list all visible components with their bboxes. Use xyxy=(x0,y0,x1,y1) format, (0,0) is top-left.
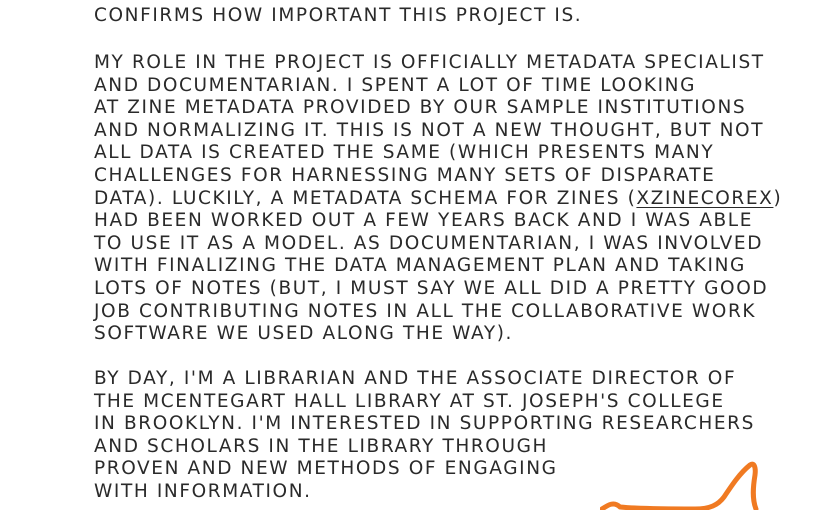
text-segment: ) xyxy=(773,187,783,209)
text-line: confirms how important this project is. xyxy=(94,5,583,26)
text-line: to use it as a model. As Documentarian, … xyxy=(94,232,764,254)
text-line: the McEntegart Hall Library at St. Josep… xyxy=(94,390,725,412)
text-line: and normalizing it. This is not a new th… xyxy=(94,119,765,141)
text-line: at zine metadata provided by our sample … xyxy=(94,97,747,119)
text-line-with-link: data). Luckily, a metadata schema for zi… xyxy=(94,188,782,211)
text-segment: data). Luckily, a metadata schema for zi… xyxy=(94,187,637,209)
xzinecorex-link[interactable]: xZineCoreX xyxy=(636,188,773,209)
text-line: lots of notes (but, I must say we all di… xyxy=(94,277,769,299)
text-line: had been worked out a few years back and… xyxy=(94,210,753,232)
text-line: My role in the project is officially Met… xyxy=(94,52,765,73)
text-line: challenges for harnessing many sets of d… xyxy=(94,164,716,186)
text-line: all data is created the same (which pres… xyxy=(94,142,715,164)
text-line: in Brooklyn. I'm interested in supportin… xyxy=(94,413,755,435)
blog-post-page: confirms how important this project is. … xyxy=(0,0,825,510)
orange-squiggle-drawing xyxy=(600,461,759,510)
squiggle-stroke xyxy=(600,461,759,510)
text-line: By day, I'm a librarian and the Associat… xyxy=(94,368,737,389)
paragraph-project-importance: confirms how important this project is. xyxy=(94,5,582,28)
text-line: software we used along the way). xyxy=(94,323,514,345)
text-line: and Documentarian. I spent a lot of time… xyxy=(94,74,697,96)
text-line: job contributing notes in all the collab… xyxy=(94,300,757,322)
text-line: with finalizing the data management plan… xyxy=(94,255,746,277)
paragraph-role-description: My role in the project is officially Met… xyxy=(94,52,782,346)
